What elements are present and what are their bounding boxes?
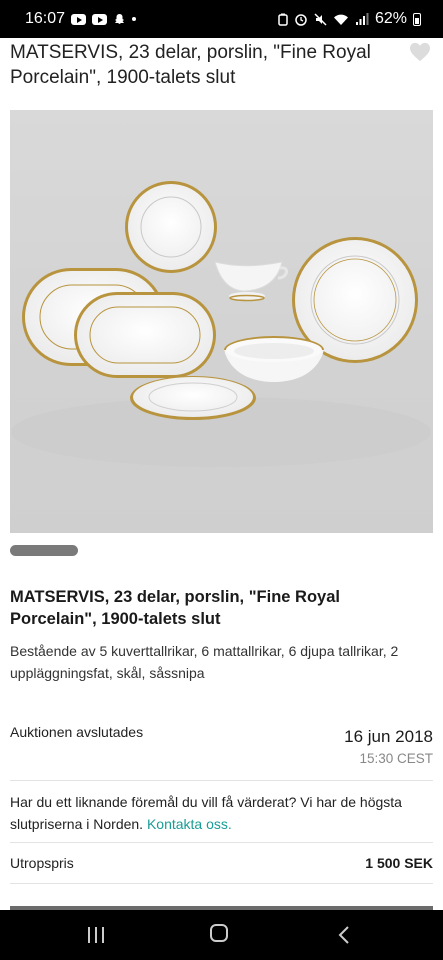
valuation-prompt: Har du ett liknande föremål du vill få v… — [10, 791, 435, 835]
wifi-icon — [333, 14, 348, 25]
battery-icon — [413, 12, 421, 26]
youtube-notification-icon — [71, 13, 87, 25]
battery-percentage: 62% — [374, 10, 407, 27]
youtube-notification-icon — [92, 13, 108, 25]
home-icon[interactable] — [210, 924, 228, 942]
android-navigation-bar — [0, 910, 443, 960]
status-bar: 16:07 62% — [0, 0, 443, 38]
alarm-icon — [295, 14, 307, 26]
divider — [10, 780, 433, 781]
starting-price-value: 1 500 SEK — [365, 855, 433, 871]
auction-end-date: 16 jun 2018 — [344, 727, 433, 746]
recent-apps-icon[interactable] — [87, 927, 105, 943]
auction-ended-label: Auktionen avslutades — [10, 724, 144, 740]
signal-icon — [355, 12, 369, 25]
product-image[interactable] — [10, 110, 433, 533]
starting-price-label: Utropspris — [10, 855, 74, 871]
heart-icon[interactable] — [409, 42, 431, 62]
more-notifications-icon — [132, 17, 137, 21]
auction-end-time: 15:30 CEST — [359, 751, 433, 766]
contact-link[interactable]: Kontakta oss. — [147, 816, 232, 832]
divider — [10, 842, 433, 843]
status-right: 62% — [278, 10, 421, 28]
mute-icon — [314, 12, 327, 26]
listing-heading: MATSERVIS, 23 delar, porslin, "Fine Roya… — [10, 42, 371, 88]
back-icon[interactable] — [337, 925, 351, 945]
divider — [10, 883, 433, 884]
dinnerware-photo — [11, 181, 431, 467]
image-carousel-indicator[interactable] — [10, 545, 78, 556]
snapchat-notification-icon — [115, 13, 125, 24]
listing-title: MATSERVIS, 23 delar, porslin, "Fine Roya… — [10, 588, 340, 628]
status-time: 16:07 — [25, 10, 66, 27]
status-left: 16:07 — [25, 10, 137, 28]
battery-saver-icon — [278, 13, 288, 26]
listing-description: Bestående av 5 kuverttallrikar, 6 mattal… — [10, 643, 399, 681]
